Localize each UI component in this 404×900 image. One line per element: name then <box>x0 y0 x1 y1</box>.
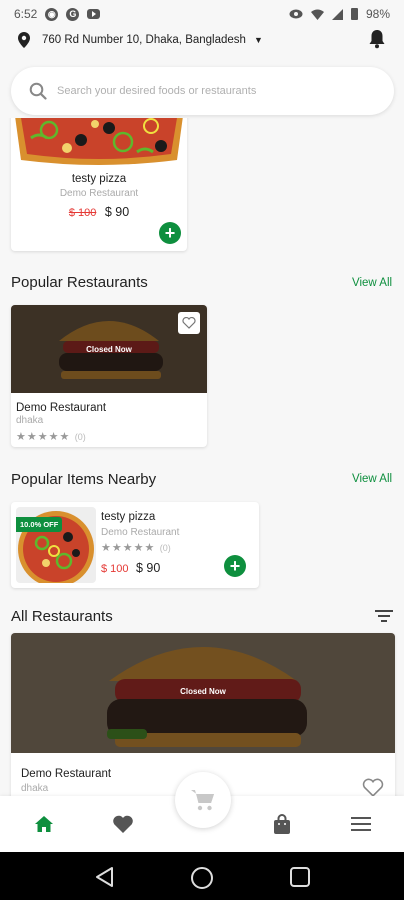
price: $ 90 <box>104 205 130 219</box>
food-card[interactable]: testy pizza Demo Restaurant $ 100 $ 90 + <box>11 118 187 251</box>
rating-stars: ★★★★★ <box>101 542 156 554</box>
add-to-cart-button[interactable]: + <box>159 222 181 244</box>
closed-now-label: Closed Now <box>180 687 226 696</box>
home-icon <box>35 816 53 832</box>
restaurant-location: dhaka <box>21 783 49 794</box>
rating-count: (0) <box>74 432 86 442</box>
rating-stars: ★★★★★ <box>16 431 71 443</box>
filter-icon[interactable] <box>375 609 393 623</box>
popular-restaurants-view-all-link[interactable]: View All <box>352 277 392 289</box>
food-restaurant: Demo Restaurant <box>59 188 139 199</box>
location-bar[interactable]: 760 Rd Number 10, Dhaka, Bangladesh ▼ <box>0 28 404 52</box>
nav-orders[interactable] <box>270 812 294 836</box>
nav-home[interactable] <box>32 812 56 836</box>
home-circle-icon[interactable] <box>190 866 214 890</box>
price: $ 90 <box>135 561 161 575</box>
old-price: $ 100 <box>68 207 97 219</box>
heart-outline-icon[interactable] <box>362 778 384 796</box>
add-to-cart-button[interactable]: + <box>224 555 246 577</box>
search-input[interactable]: Search your desired foods or restaurants <box>11 67 394 115</box>
restaurant-card[interactable]: Closed Now Demo Restaurant dhaka ★★★★★ (… <box>11 305 207 447</box>
restaurant-name: Demo Restaurant <box>16 402 107 414</box>
youtube-icon <box>87 9 101 19</box>
heart-outline-icon <box>182 317 196 329</box>
main-content[interactable]: testy pizza Demo Restaurant $ 100 $ 90 +… <box>0 118 404 796</box>
popular-restaurants-title: Popular Restaurants <box>11 274 148 291</box>
restaurant-name: Demo Restaurant <box>21 768 112 780</box>
chevron-down-icon: ▼ <box>253 35 263 45</box>
android-system-navigation <box>0 852 404 900</box>
heart-icon <box>113 815 133 833</box>
cart-button[interactable] <box>175 772 231 828</box>
notification-bell-icon[interactable] <box>368 29 386 54</box>
nav-menu[interactable] <box>349 812 373 836</box>
popular-items-view-all-link[interactable]: View All <box>352 473 392 485</box>
menu-icon <box>351 817 371 831</box>
popular-item-card[interactable]: 10.0% OFF testy pizza Demo Restaurant ★★… <box>11 502 259 588</box>
notification-icon: ◉ <box>45 7 59 21</box>
popular-items-title: Popular Items Nearby <box>11 471 157 488</box>
status-bar: 6:52 ◉ G 98% <box>0 0 404 28</box>
food-name: testy pizza <box>101 511 156 523</box>
all-restaurants-title: All Restaurants <box>11 608 113 625</box>
search-placeholder: Search your desired foods or restaurants <box>57 85 257 97</box>
cart-icon <box>191 790 214 811</box>
location-address: 760 Rd Number 10, Dhaka, Bangladesh <box>42 34 246 46</box>
discount-badge: 10.0% OFF <box>16 517 63 532</box>
back-icon[interactable] <box>94 866 116 888</box>
food-name: testy pizza <box>71 173 127 185</box>
status-time: 6:52 <box>14 7 38 21</box>
rating-count: (0) <box>159 543 171 553</box>
location-pin-icon <box>18 32 30 48</box>
closed-now-label: Closed Now <box>86 345 132 354</box>
restaurant-location: dhaka <box>16 415 44 426</box>
google-icon: G <box>66 7 80 21</box>
search-icon <box>29 82 47 100</box>
bag-icon <box>274 813 290 834</box>
favorite-button[interactable] <box>178 312 200 334</box>
eye-icon <box>289 9 303 19</box>
food-restaurant: Demo Restaurant <box>101 527 180 538</box>
nav-favorites[interactable] <box>111 812 135 836</box>
battery-icon <box>350 8 358 20</box>
recents-icon[interactable] <box>289 866 311 888</box>
signal-icon <box>331 8 343 20</box>
pizza-image <box>11 118 187 168</box>
battery-level: 98% <box>365 7 390 21</box>
wifi-icon <box>310 9 324 20</box>
old-price: $ 100 <box>101 563 129 575</box>
